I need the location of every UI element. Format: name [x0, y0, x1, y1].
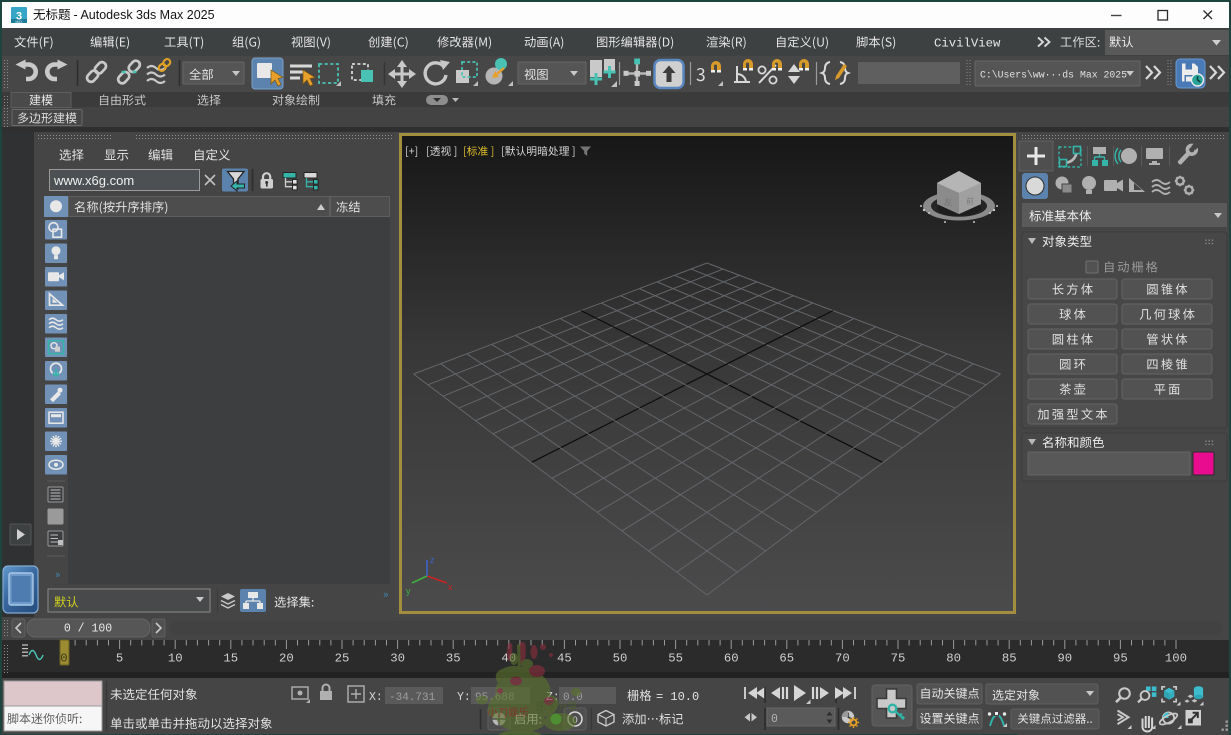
svg-text:90: 90: [1057, 652, 1072, 666]
svg-text:35: 35: [446, 652, 461, 666]
svg-text:- Autodesk 3ds Max 2025: - Autodesk 3ds Max 2025: [74, 8, 215, 22]
svg-text:0: 0: [60, 652, 67, 666]
svg-text:95: 95: [1113, 652, 1128, 666]
svg-text:100: 100: [1165, 652, 1187, 666]
svg-text:0 / 100: 0 / 100: [64, 623, 112, 636]
svg-text:5: 5: [116, 652, 123, 666]
svg-text:80: 80: [946, 652, 961, 666]
svg-text:x: x: [448, 582, 453, 592]
svg-text:CivilView: CivilView: [934, 37, 1001, 51]
svg-text:55: 55: [668, 652, 683, 666]
svg-text:70: 70: [835, 652, 850, 666]
svg-text:Y:: Y:: [457, 691, 471, 704]
svg-text:45: 45: [557, 652, 572, 666]
svg-text:z: z: [430, 555, 435, 565]
svg-text:15: 15: [223, 652, 238, 666]
svg-text:85: 85: [1002, 652, 1017, 666]
svg-text:-34.731: -34.731: [389, 692, 436, 704]
svg-text:MAX: MAX: [16, 20, 24, 24]
svg-text:50: 50: [613, 652, 628, 666]
svg-text:25: 25: [335, 652, 350, 666]
svg-text:60: 60: [724, 652, 739, 666]
svg-text:0: 0: [771, 713, 778, 726]
svg-text:20: 20: [279, 652, 294, 666]
svg-text:www.x6g.com: www.x6g.com: [53, 173, 134, 188]
svg-text:= 10.0: = 10.0: [656, 690, 699, 704]
svg-text:75: 75: [891, 652, 906, 666]
svg-text:C:\Users\ww···ds Max 2025: C:\Users\ww···ds Max 2025: [980, 70, 1127, 81]
svg-text:y: y: [406, 586, 411, 596]
svg-text:65: 65: [779, 652, 794, 666]
svg-text:X:: X:: [369, 691, 383, 704]
svg-text:10: 10: [168, 652, 183, 666]
svg-text:30: 30: [390, 652, 405, 666]
